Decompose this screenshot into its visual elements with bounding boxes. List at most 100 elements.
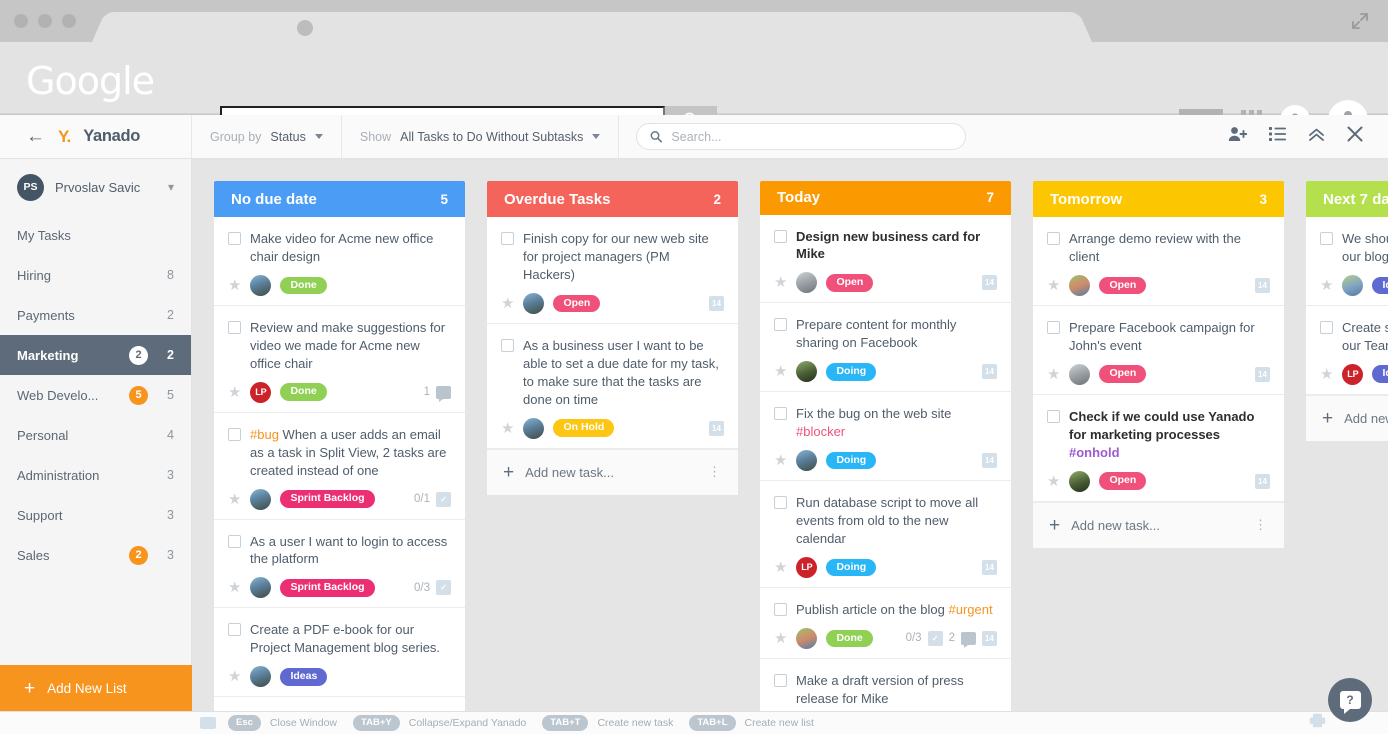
task-card[interactable]: Prepare Facebook campaign for John's eve… xyxy=(1033,305,1284,395)
task-checkbox[interactable] xyxy=(228,232,241,245)
chevron-down-icon[interactable]: ▾ xyxy=(168,180,174,194)
star-icon[interactable]: ★ xyxy=(774,453,787,468)
assignee-avatar[interactable] xyxy=(1069,363,1091,385)
status-badge[interactable]: Open xyxy=(1099,276,1147,295)
task-card[interactable]: #bug When a user adds an email as a task… xyxy=(214,412,465,520)
status-badge[interactable]: Ideas xyxy=(280,667,328,686)
star-icon[interactable]: ★ xyxy=(1320,367,1333,382)
search-input[interactable] xyxy=(671,129,953,144)
status-badge[interactable]: Open xyxy=(1099,472,1147,490)
status-badge[interactable]: Sprint Backlog xyxy=(280,579,375,597)
add-new-task-button[interactable]: +Add new task...⋮ xyxy=(487,448,738,495)
star-icon[interactable]: ★ xyxy=(1047,367,1060,382)
assignee-avatar[interactable] xyxy=(523,292,545,314)
task-card[interactable]: Arrange demo review with the client ★ Open… xyxy=(1033,217,1284,306)
column-menu-icon[interactable]: ⋮ xyxy=(1254,518,1268,531)
keyboard-icon[interactable] xyxy=(200,717,216,729)
task-hashtag[interactable]: #blocker xyxy=(796,424,845,439)
status-badge[interactable]: Doing xyxy=(826,362,877,381)
task-checkbox[interactable] xyxy=(1320,232,1333,245)
task-checkbox[interactable] xyxy=(1047,320,1060,334)
column-header[interactable]: Next 7 days xyxy=(1306,181,1388,217)
status-badge[interactable]: Doing xyxy=(826,451,877,470)
star-icon[interactable]: ★ xyxy=(228,385,241,400)
star-icon[interactable]: ★ xyxy=(501,421,514,436)
task-card[interactable]: Create slideshare presentation for our T… xyxy=(1306,305,1388,395)
status-badge[interactable]: Sprint Backlog xyxy=(280,490,375,508)
sidebar-user[interactable]: PS Prvoslav Savic ▾ xyxy=(0,159,191,215)
task-card[interactable]: Run database script to move all events f… xyxy=(760,481,1011,588)
task-checkbox[interactable] xyxy=(228,427,241,441)
sidebar-item-sales[interactable]: Sales 2 3 xyxy=(0,535,191,575)
task-card[interactable]: Make video for Acme new office chair des… xyxy=(214,217,465,306)
task-checkbox[interactable] xyxy=(774,496,787,510)
printer-icon[interactable] xyxy=(1309,713,1326,733)
sidebar-item-payments[interactable]: Payments 2 xyxy=(0,295,191,335)
status-badge[interactable]: On Hold xyxy=(553,419,615,437)
status-badge[interactable]: Open xyxy=(553,294,601,313)
collapse-icon[interactable] xyxy=(1308,127,1325,147)
star-icon[interactable]: ★ xyxy=(1320,278,1333,293)
task-card[interactable]: Prepare content for monthly sharing on F… xyxy=(760,303,1011,393)
sidebar-item-my-tasks[interactable]: My Tasks xyxy=(0,215,191,255)
task-checkbox[interactable] xyxy=(228,320,241,334)
task-card[interactable]: Check if we could use Yanado for marketi… xyxy=(1033,394,1284,502)
task-card[interactable]: Create a PDF e-book for our Project Mana… xyxy=(214,608,465,698)
task-checkbox[interactable] xyxy=(774,229,787,243)
add-new-task-button[interactable]: +Add new task...⋮ xyxy=(1306,394,1388,441)
back-arrow-icon[interactable]: ← xyxy=(26,127,45,146)
assignee-avatar[interactable] xyxy=(796,627,818,649)
assignee-avatar[interactable] xyxy=(796,272,818,294)
close-icon[interactable] xyxy=(1347,126,1363,147)
show-filter-control[interactable]: Show All Tasks to Do Without Subtasks xyxy=(342,115,620,158)
status-badge[interactable]: Done xyxy=(826,629,873,648)
task-checkbox[interactable] xyxy=(774,602,787,616)
search-box[interactable] xyxy=(636,123,967,150)
task-hashtag[interactable]: #urgent xyxy=(949,602,993,617)
list-view-icon[interactable] xyxy=(1269,127,1286,146)
status-badge[interactable]: Done xyxy=(280,276,327,295)
task-checkbox[interactable] xyxy=(774,673,787,687)
star-icon[interactable]: ★ xyxy=(774,275,787,290)
task-checkbox[interactable] xyxy=(228,534,241,548)
assignee-avatar[interactable]: LP xyxy=(796,556,818,578)
column-header[interactable]: Overdue Tasks 2 xyxy=(487,181,738,217)
assignee-avatar[interactable] xyxy=(250,488,272,510)
sidebar-item-support[interactable]: Support 3 xyxy=(0,495,191,535)
sidebar-item-web-develo[interactable]: Web Develo... 5 5 xyxy=(0,375,191,415)
star-icon[interactable]: ★ xyxy=(228,580,241,595)
status-badge[interactable]: Ideas xyxy=(1372,276,1388,295)
status-badge[interactable]: Done xyxy=(280,383,327,401)
assignee-avatar[interactable] xyxy=(1069,274,1091,296)
help-button[interactable]: ? xyxy=(1328,678,1372,722)
star-icon[interactable]: ★ xyxy=(228,492,241,507)
assignee-avatar[interactable] xyxy=(250,666,272,688)
task-card[interactable]: Publish article on the blog #urgent ★ Done… xyxy=(760,587,1011,659)
task-hashtag[interactable]: #onhold xyxy=(1069,445,1120,460)
star-icon[interactable]: ★ xyxy=(774,560,787,575)
task-checkbox[interactable] xyxy=(501,232,514,245)
status-badge[interactable]: Open xyxy=(1099,365,1147,384)
add-new-list-button[interactable]: + Add New List xyxy=(0,665,192,711)
assignee-avatar[interactable]: LP xyxy=(1342,363,1364,385)
star-icon[interactable]: ★ xyxy=(1047,474,1060,489)
task-checkbox[interactable] xyxy=(501,338,514,352)
task-checkbox[interactable] xyxy=(228,623,241,637)
star-icon[interactable]: ★ xyxy=(501,296,514,311)
status-badge[interactable]: Ideas xyxy=(1372,365,1388,384)
add-new-task-button[interactable]: +Add new task...⋮ xyxy=(1033,501,1284,548)
column-header[interactable]: No due date 5 xyxy=(214,181,465,217)
assignee-avatar[interactable] xyxy=(1069,470,1091,492)
column-menu-icon[interactable]: ⋮ xyxy=(708,465,722,478)
assignee-avatar[interactable] xyxy=(796,450,818,472)
expand-icon[interactable] xyxy=(1350,11,1370,31)
column-header[interactable]: Today 7 xyxy=(760,181,1011,215)
star-icon[interactable]: ★ xyxy=(228,669,241,684)
task-checkbox[interactable] xyxy=(1047,232,1060,245)
task-card[interactable]: Design new business card for Mike ★ Open 14 xyxy=(760,214,1011,304)
task-card[interactable]: Make a draft version of press release fo… xyxy=(760,658,1011,711)
add-member-icon[interactable] xyxy=(1228,126,1248,148)
browser-tab[interactable] xyxy=(92,11,1092,42)
star-icon[interactable]: ★ xyxy=(774,631,787,646)
task-checkbox[interactable] xyxy=(1047,409,1060,423)
